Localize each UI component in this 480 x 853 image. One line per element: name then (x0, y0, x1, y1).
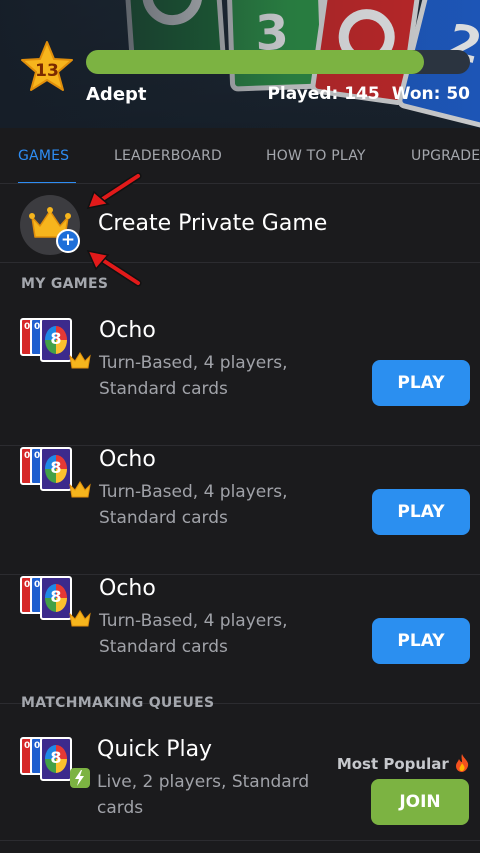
game-cards-icon: 0 0 8 (20, 576, 94, 636)
queue-description: Live, 2 players, Standard cards (97, 772, 310, 818)
plus-icon: + (56, 229, 80, 253)
tab-upgrade[interactable]: UPGRADE (411, 148, 480, 164)
player-stats: Played: 145 Won: 50 (267, 84, 470, 104)
game-title: Ocho (99, 318, 156, 343)
game-description: Turn-Based, 4 players, Standard cards (99, 482, 288, 528)
play-button[interactable]: PLAY (372, 360, 470, 406)
tab-games[interactable]: GAMES (18, 148, 69, 164)
game-row[interactable]: 0 0 8 Ocho Turn-Based, 4 players, Standa… (0, 576, 480, 704)
game-cards-icon: 0 0 8 (20, 318, 94, 378)
tab-how-to-play[interactable]: HOW TO PLAY (266, 148, 366, 164)
lightning-icon (70, 768, 90, 788)
profile-header: 3 2 13 Adept Played: 145 Won: 50 (0, 0, 480, 128)
rank-title: Adept (86, 84, 147, 105)
crown-icon (69, 481, 91, 498)
play-button[interactable]: PLAY (372, 489, 470, 535)
tab-leaderboard[interactable]: LEADERBOARD (114, 148, 222, 164)
won-count: Won: 50 (391, 84, 470, 104)
most-popular-badge: Most Popular (337, 753, 470, 773)
create-private-game-row[interactable]: + Create Private Game (0, 172, 480, 287)
join-button[interactable]: JOIN (371, 779, 469, 825)
game-row[interactable]: 0 0 8 Ocho Turn-Based, 4 players, Standa… (0, 447, 480, 575)
play-button[interactable]: PLAY (372, 618, 470, 664)
game-title: Ocho (99, 447, 156, 472)
section-title-my-games: MY GAMES (21, 276, 109, 292)
xp-progress-bar (86, 50, 470, 74)
most-popular-label: Most Popular (336, 755, 449, 773)
game-title: Ocho (99, 576, 156, 601)
tab-bar: GAMES LEADERBOARD HOW TO PLAY UPGRADE (0, 128, 480, 184)
level-number: 13 (35, 61, 59, 81)
xp-progress-fill (86, 50, 424, 74)
game-cards-icon: 0 0 8 (20, 447, 94, 507)
active-tab-indicator (18, 182, 76, 183)
fire-icon (456, 754, 469, 772)
create-private-game-label: Create Private Game (98, 211, 328, 236)
game-description: Turn-Based, 4 players, Standard cards (99, 353, 288, 399)
crown-icon (69, 610, 91, 627)
section-title-matchmaking-queues: MATCHMAKING QUEUES (21, 695, 215, 711)
queue-title: Quick Play (97, 737, 213, 762)
annotation-arrow-icon (86, 172, 142, 210)
crown-icon (69, 352, 91, 369)
played-count: Played: 145 (267, 84, 380, 104)
game-description: Turn-Based, 4 players, Standard cards (99, 611, 288, 657)
game-row[interactable]: 0 0 8 Ocho Turn-Based, 4 players, Standa… (0, 318, 480, 446)
game-cards-icon: 0 0 8 (20, 737, 94, 797)
